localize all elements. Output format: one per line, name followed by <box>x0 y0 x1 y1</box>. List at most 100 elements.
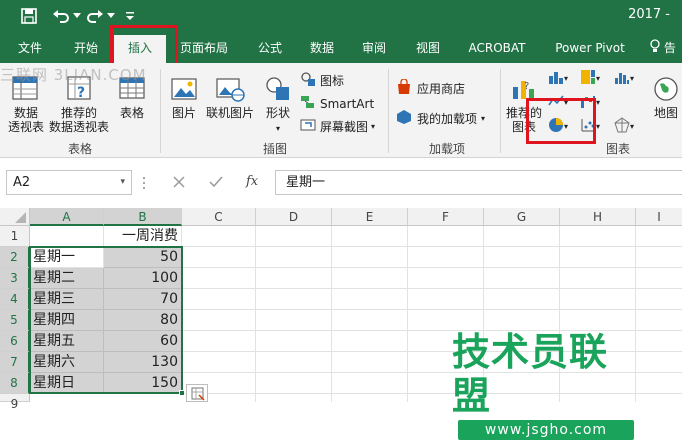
cell-a3[interactable]: 星期二 <box>30 268 104 289</box>
insert-function-button[interactable]: fx <box>246 174 258 189</box>
quick-analysis-button[interactable] <box>186 384 208 402</box>
map-label: 地图 <box>653 106 678 120</box>
cell-a7[interactable]: 星期六 <box>30 352 104 373</box>
column-header-g[interactable]: G <box>484 208 560 226</box>
globe-icon <box>652 75 680 106</box>
row-header-6[interactable]: 6 <box>0 331 30 352</box>
radar-chart-button[interactable]: ▾ <box>614 117 634 136</box>
name-box[interactable]: A2 ▾ <box>6 170 132 195</box>
redo-dropdown-icon[interactable] <box>106 6 116 26</box>
smartart-icon <box>300 94 316 113</box>
waterfall-chart-dropdown-icon: ▾ <box>596 98 601 107</box>
tab-tell-me[interactable]: 告 <box>650 33 682 63</box>
save-icon[interactable] <box>18 6 40 26</box>
column-header-e[interactable]: E <box>332 208 408 226</box>
pivot-table-label: 数据 <box>13 106 38 120</box>
row-header-4[interactable]: 4 <box>0 289 30 310</box>
tab-page-layout[interactable]: 页面布局 <box>176 33 232 63</box>
table-label: 表格 <box>119 106 144 120</box>
row-header-8[interactable]: 8 <box>0 373 30 394</box>
redo-icon[interactable] <box>84 6 106 26</box>
map-button[interactable]: 地图 <box>646 75 682 120</box>
store-label: 应用商店 <box>417 82 466 96</box>
smartart-button[interactable]: SmartArt <box>300 94 374 113</box>
name-box-dropdown-icon[interactable]: ▾ <box>120 171 125 194</box>
cell-b8[interactable]: 150 <box>104 373 182 394</box>
column-header-f[interactable]: F <box>408 208 484 226</box>
recommended-pivot-label: 推荐的 <box>60 106 97 120</box>
row-header-5[interactable]: 5 <box>0 310 30 331</box>
row-header-9[interactable]: 9 <box>0 394 30 411</box>
cell-a2[interactable]: 星期一 <box>30 247 104 268</box>
column-header-d[interactable]: D <box>256 208 332 226</box>
shapes-button[interactable]: 形状 ▾ <box>258 75 298 136</box>
group-separator <box>160 69 161 153</box>
tab-acrobat[interactable]: ACROBAT <box>462 33 532 63</box>
site-watermark-url: www.jsgho.com <box>458 420 634 440</box>
undo-icon[interactable] <box>50 6 72 26</box>
column-header-h[interactable]: H <box>560 208 636 226</box>
column-header-a[interactable]: A <box>30 208 104 226</box>
fill-handle[interactable] <box>179 390 185 396</box>
picture-icon <box>170 75 198 106</box>
confirm-entry-icon[interactable] <box>208 175 224 192</box>
row-header-2[interactable]: 2 <box>0 247 30 268</box>
svg-text:?: ? <box>77 85 85 101</box>
statistic-chart-button[interactable]: ▾ <box>614 69 634 88</box>
highlight-pie-chart <box>526 98 596 144</box>
column-header-b[interactable]: B <box>104 208 182 226</box>
undo-dropdown-icon[interactable] <box>72 6 82 26</box>
tab-power-pivot[interactable]: Power Pivot <box>548 33 632 63</box>
cell-a8[interactable]: 星期日 <box>30 373 104 394</box>
group-label-tables: 表格 <box>67 142 92 156</box>
tab-view[interactable]: 视图 <box>408 33 448 63</box>
tell-me-label: 告 <box>663 41 676 55</box>
screenshot-dropdown-icon: ▾ <box>371 122 376 131</box>
my-addins-label: 我的加载项 <box>417 112 478 126</box>
cell-a4[interactable]: 星期三 <box>30 289 104 310</box>
picture-button[interactable]: 图片 <box>166 75 202 120</box>
tab-file[interactable]: 文件 <box>10 33 50 63</box>
row-header-1[interactable]: 1 <box>0 226 30 247</box>
picture-label: 图片 <box>171 106 196 120</box>
my-addins-button[interactable]: 我的加载项 ▾ <box>396 109 485 128</box>
cell-b5[interactable]: 80 <box>104 310 182 331</box>
hierarchy-chart-button[interactable]: ▾ <box>580 69 600 88</box>
store-button[interactable]: 应用商店 <box>396 78 466 98</box>
column-header-i[interactable]: I <box>636 208 682 226</box>
cell-b2[interactable]: 50 <box>104 247 182 268</box>
screenshot-button[interactable]: 屏幕截图 ▾ <box>300 117 375 136</box>
cell-b4[interactable]: 70 <box>104 289 182 310</box>
column-chart-icon <box>548 69 564 88</box>
recommended-pivot-label-2: 数据透视表 <box>48 120 109 134</box>
screenshot-label: 屏幕截图 <box>320 120 369 134</box>
tab-review[interactable]: 审阅 <box>354 33 394 63</box>
select-all-corner[interactable] <box>0 208 30 226</box>
cell-b6[interactable]: 60 <box>104 331 182 352</box>
cell-b1[interactable]: 一周消费 <box>104 226 182 247</box>
column-chart-button[interactable]: ▾ <box>548 69 568 88</box>
formula-bar-grip-icon[interactable] <box>142 176 146 190</box>
cell-a5[interactable]: 星期四 <box>30 310 104 331</box>
tab-home[interactable]: 开始 <box>64 33 108 63</box>
row-header-7[interactable]: 7 <box>0 352 30 373</box>
cell-b7[interactable]: 130 <box>104 352 182 373</box>
name-box-value: A2 <box>13 175 31 190</box>
column-chart-dropdown-icon: ▾ <box>564 74 569 83</box>
group-label-illustrations: 插图 <box>262 142 287 156</box>
icons-button[interactable]: 图标 <box>300 71 344 90</box>
hierarchy-chart-icon <box>580 69 596 88</box>
tab-data[interactable]: 数据 <box>302 33 342 63</box>
online-picture-button[interactable]: 联机图片 <box>202 75 258 120</box>
customize-toolbar-icon[interactable] <box>122 6 138 26</box>
cell-a6[interactable]: 星期五 <box>30 331 104 352</box>
formula-input[interactable]: 星期一 <box>275 170 682 195</box>
row-header-3[interactable]: 3 <box>0 268 30 289</box>
cell-b3[interactable]: 100 <box>104 268 182 289</box>
window-title: 2017 - <box>628 7 670 22</box>
column-header-c[interactable]: C <box>182 208 256 226</box>
cell-a1[interactable] <box>30 226 104 247</box>
smartart-label: SmartArt <box>320 96 375 111</box>
cancel-entry-icon[interactable] <box>172 175 186 192</box>
tab-formulas[interactable]: 公式 <box>250 33 290 63</box>
